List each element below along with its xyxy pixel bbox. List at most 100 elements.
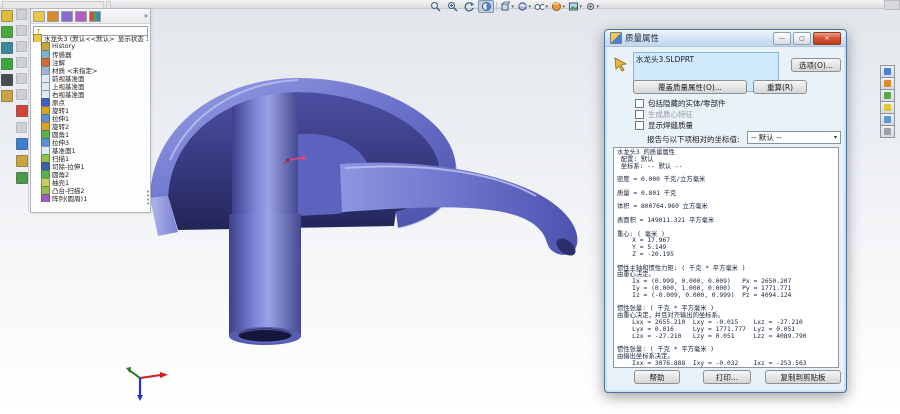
selection-pointer-icon <box>613 56 629 76</box>
part-icon <box>33 34 42 42</box>
tube-bore <box>238 329 292 342</box>
tree-item[interactable]: 传感器 <box>33 50 148 58</box>
coordinate-report-label: 报告与以下项相对的坐标值: <box>647 134 740 145</box>
tab-dimxpert[interactable] <box>75 11 87 22</box>
checkbox[interactable] <box>635 99 644 108</box>
restore-button[interactable]: ▢ <box>793 32 811 45</box>
tool-icon[interactable] <box>16 122 27 133</box>
fillet-icon <box>41 130 50 138</box>
tree-item[interactable]: 拉伸3 <box>33 138 148 146</box>
hide-show-items-icon[interactable]: ▾ <box>533 0 549 13</box>
mass-properties-dialog: 质量属性 — ▢ ✕ 水龙头3.SLDPRT 选项(O)... 覆盖质量属性(O… <box>604 29 847 393</box>
plane-icon <box>41 90 50 98</box>
tree-item[interactable]: 阵列(圆周)1 <box>33 194 148 202</box>
include-hidden-checkbox-row[interactable]: 包括隐藏的实体/零部件 <box>635 98 726 109</box>
material-icon <box>41 66 50 74</box>
tree-item[interactable]: 旋转2 <box>33 122 148 130</box>
tab-configurationmanager[interactable] <box>61 11 73 22</box>
tree-item[interactable]: 基准面1 <box>33 146 148 154</box>
dialog-titlebar[interactable]: 质量属性 — ▢ ✕ <box>605 30 846 47</box>
line-icon[interactable] <box>1 26 13 38</box>
tool-icon[interactable] <box>16 25 27 36</box>
close-button[interactable]: ✕ <box>813 32 841 45</box>
copy-to-clipboard-button[interactable]: 复制到剪贴板 <box>765 370 841 384</box>
tabs-overflow-button[interactable]: » <box>144 12 148 21</box>
tree-item[interactable]: 扫描1 <box>33 154 148 162</box>
tree-item[interactable]: 右视基准面 <box>33 90 148 98</box>
section-view-icon[interactable] <box>478 0 494 13</box>
panel-splitter-handle[interactable]: •••• <box>146 190 151 208</box>
minimize-button[interactable]: — <box>773 32 791 45</box>
apply-scene-icon[interactable]: ▾ <box>567 0 583 13</box>
zoom-fit-icon[interactable] <box>427 0 443 13</box>
checkbox[interactable] <box>635 110 644 119</box>
tree-item[interactable]: 注解 <box>33 58 148 66</box>
mass-properties-icon <box>610 32 622 44</box>
measure-icon[interactable] <box>16 155 28 167</box>
forum-tab[interactable] <box>880 125 895 138</box>
tab-displaymanager[interactable] <box>89 11 101 22</box>
tree-item[interactable]: History <box>33 42 148 50</box>
display-style-icon[interactable]: ▾ <box>516 0 532 13</box>
tree-item[interactable]: 抽壳1 <box>33 178 148 186</box>
view-orientation-icon[interactable]: ▾ <box>499 0 515 13</box>
mate-icon[interactable] <box>16 138 28 150</box>
report-text: 水龙头3 的质量属性 配置: 默认 坐标系: -- 默认 -- 密度 = 0.0… <box>614 148 838 368</box>
task-pane-tabbar <box>880 66 895 138</box>
spout-arm[interactable] <box>340 163 577 255</box>
shield-icon[interactable] <box>16 105 28 117</box>
tree-item[interactable]: 凸台-扫描2 <box>33 186 148 194</box>
plane-icon <box>41 146 50 154</box>
lock-icon[interactable] <box>1 90 13 102</box>
anchor-icon[interactable] <box>1 74 13 86</box>
revolve-icon <box>41 106 50 114</box>
help-button[interactable]: 帮助 <box>634 370 680 384</box>
tube-upper[interactable] <box>232 92 298 232</box>
print-button[interactable]: 打印... <box>703 370 751 384</box>
tool-icon[interactable] <box>16 89 27 100</box>
tree-item[interactable]: 旋转1 <box>33 106 148 114</box>
recalculate-button[interactable]: 重算(R) <box>753 80 807 94</box>
tree-item[interactable]: 材质 <未指定> <box>33 66 148 74</box>
tube-lower[interactable] <box>229 214 301 336</box>
mass-properties-report[interactable]: 水龙头3 的质量属性 配置: 默认 坐标系: -- 默认 -- 密度 = 0.0… <box>613 147 839 368</box>
edit-appearance-icon[interactable]: ▾ <box>550 0 566 13</box>
sketch-toolbar <box>1 10 13 102</box>
extrude-icon <box>41 138 50 146</box>
dropdown-value: -- 默认 -- <box>751 132 782 143</box>
tool-icon[interactable] <box>16 73 27 84</box>
tool-icon[interactable] <box>16 57 27 68</box>
override-mass-properties-button[interactable]: 覆盖质量属性(O)... <box>633 80 747 94</box>
fillet-icon <box>41 170 50 178</box>
point-icon[interactable] <box>1 58 13 70</box>
chevron-down-icon: ▾ <box>834 134 837 141</box>
options-button[interactable]: 选项(O)... <box>791 58 841 72</box>
checkbox[interactable] <box>635 121 644 130</box>
tree-item[interactable]: 切除-拉伸1 <box>33 162 148 170</box>
tool-icon[interactable] <box>16 41 27 52</box>
create-com-feature-checkbox-row[interactable]: 生成质心特征 <box>635 109 693 120</box>
sketch-icon[interactable] <box>1 10 13 22</box>
tree-item[interactable]: 上视基准面 <box>33 82 148 90</box>
previous-view-icon[interactable] <box>461 0 477 13</box>
tab-propertymanager[interactable] <box>47 11 59 22</box>
tab-featuremanager[interactable] <box>33 11 45 22</box>
corner-icon[interactable] <box>1 42 13 54</box>
featuremanager-tabs: » <box>31 9 150 24</box>
tree-item[interactable]: 拉伸1 <box>33 114 148 122</box>
tool-icon[interactable] <box>16 9 27 20</box>
show-weld-mass-checkbox-row[interactable]: 显示焊缝质量 <box>635 120 693 131</box>
tree-item[interactable]: 原点 <box>33 98 148 106</box>
sweep-icon <box>41 186 50 194</box>
tree-item[interactable]: 圆角1 <box>33 130 148 138</box>
tree-root[interactable]: 水龙头3 (默认<<默认>_显示状态 1>) <box>33 34 148 42</box>
feature-tree: 水龙头3 (默认<<默认>_显示状态 1>) History 传感器 注解 材质… <box>33 34 148 202</box>
tree-item[interactable]: 圆角2 <box>33 170 148 178</box>
zoom-area-icon[interactable] <box>444 0 460 13</box>
coordinate-system-dropdown[interactable]: -- 默认 -- ▾ <box>747 131 841 144</box>
tree-item[interactable]: 前视基准面 <box>33 74 148 82</box>
view-settings-icon[interactable]: ▾ <box>584 0 600 13</box>
evaluate-icon[interactable] <box>16 172 28 184</box>
revolve-icon <box>41 122 50 130</box>
features-toolbar <box>15 9 29 211</box>
